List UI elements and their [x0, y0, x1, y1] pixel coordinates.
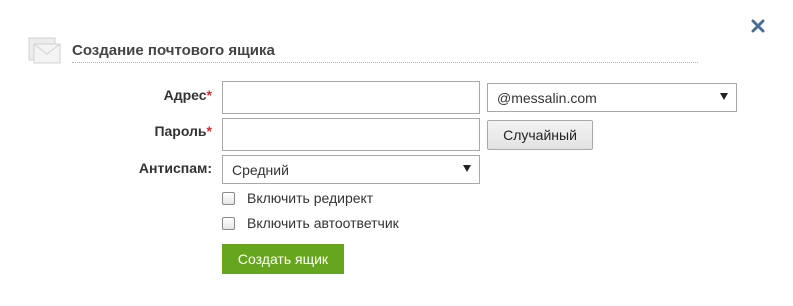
mail-icon [28, 35, 62, 65]
password-input[interactable] [222, 118, 480, 151]
chevron-down-icon [463, 165, 471, 172]
address-required-mark: * [206, 87, 212, 103]
random-password-button[interactable]: Случайный [487, 120, 593, 150]
dialog-title: Создание почтового ящика [72, 42, 275, 59]
address-label-text: Адрес [163, 87, 207, 103]
address-input[interactable] [222, 81, 480, 114]
redirect-checkbox[interactable] [222, 192, 235, 205]
create-mailbox-button[interactable]: Создать ящик [222, 244, 344, 274]
antispam-select[interactable]: Средний [222, 155, 480, 184]
antispam-label: Антиспам: [138, 160, 212, 176]
domain-select-value: @messalin.com [497, 90, 597, 106]
autoresponder-checkbox-label: Включить автоответчик [247, 215, 399, 231]
password-label: Пароль* [92, 123, 212, 139]
redirect-checkbox-label: Включить редирект [247, 190, 374, 206]
antispam-select-value: Средний [232, 162, 289, 178]
create-mailbox-dialog: Создание почтового ящика Адрес* @messali… [0, 0, 793, 306]
close-icon[interactable] [751, 19, 765, 33]
password-label-text: Пароль [154, 123, 207, 139]
domain-select[interactable]: @messalin.com [487, 83, 737, 112]
autoresponder-checkbox[interactable] [222, 217, 235, 230]
password-required-mark: * [206, 123, 212, 139]
dialog-header: Создание почтового ящика [28, 35, 698, 65]
title-divider [72, 62, 698, 63]
address-label: Адрес* [92, 87, 212, 103]
chevron-down-icon [720, 93, 728, 100]
